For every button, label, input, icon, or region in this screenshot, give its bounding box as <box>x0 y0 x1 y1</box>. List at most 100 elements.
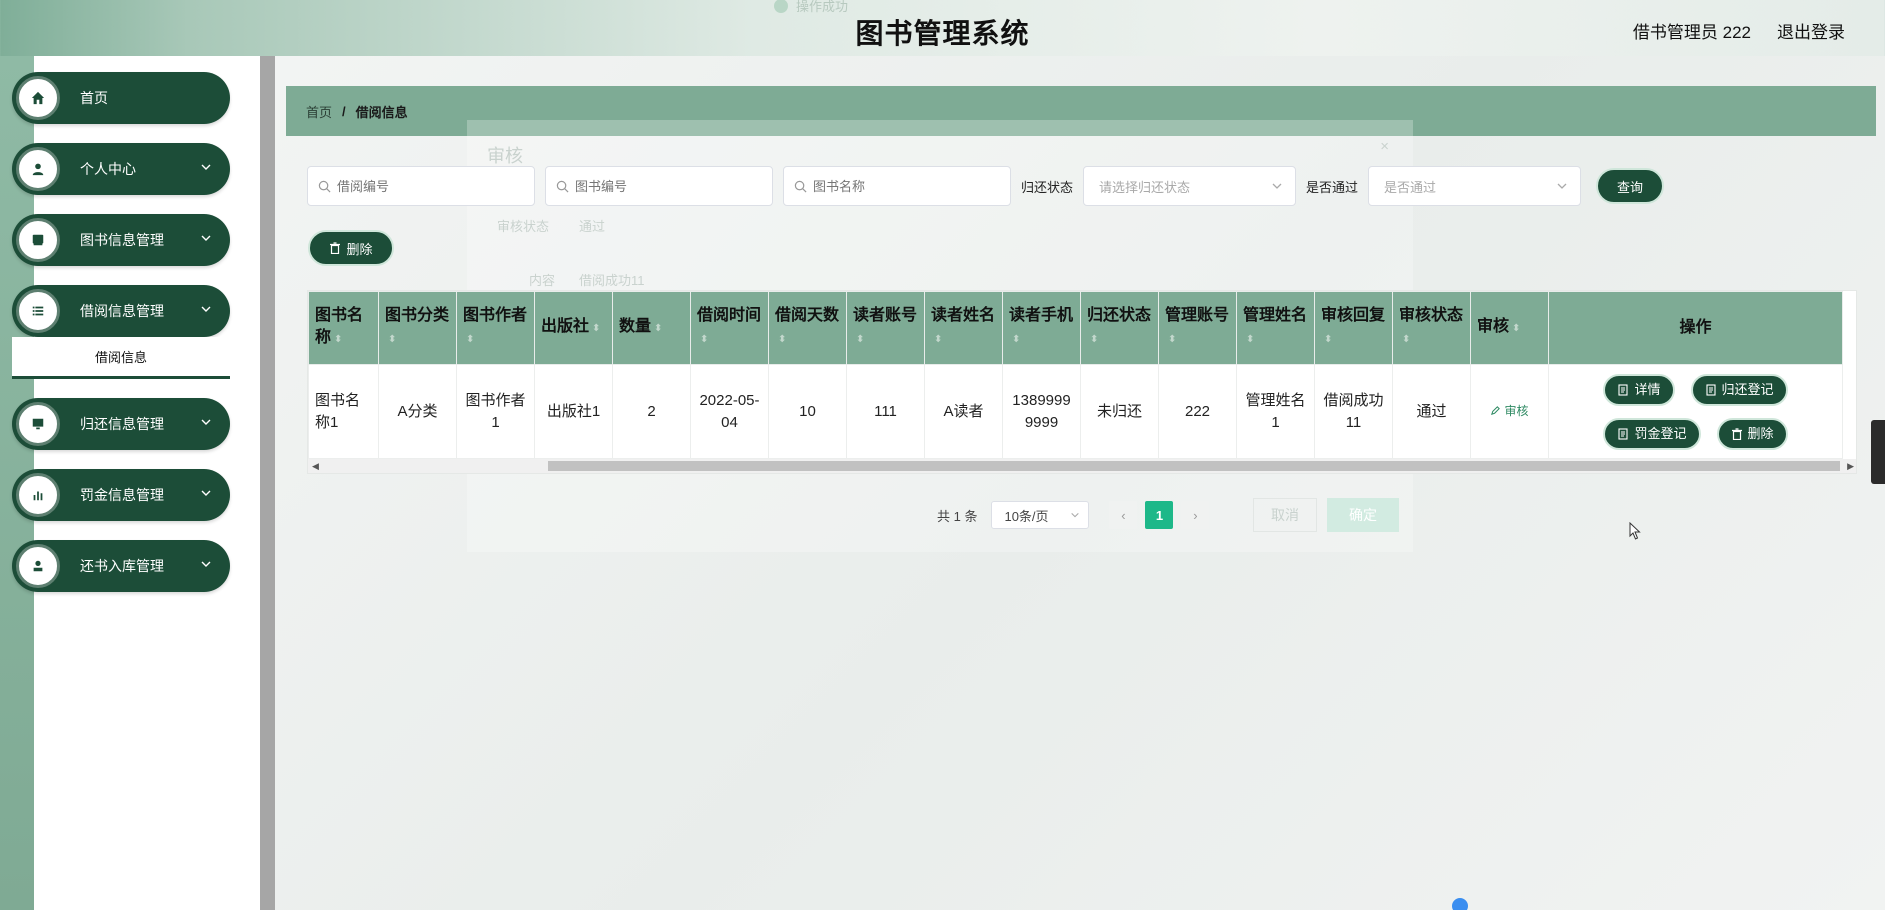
dialog-content-value: 借阅成功11 <box>579 273 645 288</box>
row-delete-button[interactable]: 删除 <box>1716 417 1788 450</box>
close-icon: × <box>1380 138 1389 155</box>
search-icon <box>794 180 807 192</box>
borrow-no-input[interactable] <box>337 178 517 194</box>
sidebar-item-restock[interactable]: 还书入库管理 <box>12 540 230 592</box>
col-header[interactable]: 管理姓名 ⬍ <box>1236 291 1315 365</box>
audit-link[interactable]: 审核 <box>1490 400 1529 422</box>
sidebar-item-books[interactable]: 图书信息管理 <box>12 214 230 266</box>
audit-link-label: 审核 <box>1504 403 1529 418</box>
page-number-button[interactable]: 1 <box>1145 501 1174 529</box>
sidebar-subitem-borrow-info[interactable]: 借阅信息 <box>12 337 230 379</box>
col-header[interactable]: 读者姓名 ⬍ <box>924 291 1003 365</box>
cell-reader-name: A读者 <box>924 364 1003 459</box>
book-name-input[interactable] <box>813 178 993 194</box>
sidebar-item-label: 归还信息管理 <box>80 416 164 432</box>
col-header-label: 审核状态 <box>1399 307 1464 324</box>
return-status-select[interactable]: 请选择归还状态 <box>1083 166 1297 206</box>
col-header-label: 图书作者 <box>463 307 528 324</box>
col-header[interactable]: 出版社 ⬍ <box>534 291 613 365</box>
col-header[interactable]: 图书名称 ⬍ <box>308 291 379 365</box>
cell-return-status: 未归还 <box>1080 364 1159 459</box>
sort-icon: ⬍ <box>934 334 943 345</box>
sidebar-item-label: 首页 <box>80 90 108 106</box>
col-header[interactable]: 读者账号 ⬍ <box>846 291 925 365</box>
col-header-actions: 操作 <box>1548 291 1843 365</box>
col-header[interactable]: 审核回复 ⬍ <box>1314 291 1393 365</box>
borrow-no-field <box>307 166 535 206</box>
return-register-button[interactable]: 归还登记 <box>1690 373 1788 406</box>
success-icon <box>774 0 788 13</box>
cell-category: A分类 <box>378 364 457 459</box>
col-header[interactable]: 审核状态 ⬍ <box>1392 291 1471 365</box>
sort-icon: ⬍ <box>1012 334 1021 345</box>
sort-icon: ⬍ <box>1512 323 1521 334</box>
breadcrumb-current: 借阅信息 <box>355 104 408 120</box>
col-header[interactable]: 归还状态 ⬍ <box>1080 291 1159 365</box>
edit-icon <box>1491 406 1501 416</box>
book-no-field <box>545 166 773 206</box>
scroll-right-icon[interactable]: ▶ <box>1847 461 1854 472</box>
sidebar-scrollbar[interactable] <box>260 56 275 910</box>
col-header[interactable]: 读者手机 ⬍ <box>1002 291 1081 365</box>
sidebar-item-fines[interactable]: 罚金信息管理 <box>12 469 230 521</box>
chevron-down-icon <box>1071 512 1080 518</box>
page-size-select[interactable]: 10条/页 <box>991 501 1090 529</box>
sidebar-item-profile[interactable]: 个人中心 <box>12 143 230 195</box>
col-header-label: 读者账号 <box>853 307 918 324</box>
sidebar-item-return[interactable]: 归还信息管理 <box>12 398 230 450</box>
edge-handle[interactable] <box>1871 420 1885 484</box>
table-horizontal-scrollbar[interactable]: ◀ ▶ <box>308 459 1856 473</box>
col-header[interactable]: 图书分类 ⬍ <box>378 291 457 365</box>
col-header[interactable]: 借阅时间 ⬍ <box>690 291 769 365</box>
col-header-label: 审核 <box>1477 318 1510 335</box>
cell-borrow-days: 10 <box>768 364 847 459</box>
cell-book-name: 图书名称1 <box>308 364 379 459</box>
prev-page-button[interactable]: ‹ <box>1109 501 1138 529</box>
sidebar-menu: 首页 个人中心 图书信息管理 借阅信息管理 借阅信息 归还信息管理 罚金信息管理… <box>12 72 230 611</box>
book-no-input[interactable] <box>575 178 755 194</box>
col-header[interactable]: 管理账号 ⬍ <box>1158 291 1237 365</box>
passed-select[interactable]: 是否通过 <box>1368 166 1582 206</box>
col-header-label: 管理姓名 <box>1243 307 1308 324</box>
detail-button[interactable]: 详情 <box>1603 373 1675 406</box>
batch-delete-button[interactable]: 删除 <box>308 230 394 266</box>
floating-dot[interactable] <box>1452 898 1468 910</box>
dialog-status-label: 审核状态 <box>497 219 550 234</box>
user-label: 借书管理员 222 <box>1632 23 1751 42</box>
chevron-down-icon <box>201 561 211 567</box>
book-icon <box>16 218 60 262</box>
search-button[interactable]: 查询 <box>1596 168 1665 204</box>
col-header[interactable]: 审核 ⬍ <box>1470 291 1549 365</box>
bar-chart-icon <box>16 473 60 517</box>
sidebar-item-home[interactable]: 首页 <box>12 72 230 124</box>
document-icon <box>1705 383 1716 396</box>
fine-register-label: 罚金登记 <box>1634 425 1687 441</box>
borrow-table-grid: 图书名称 ⬍ 图书分类⬍ 图书作者⬍ 出版社 ⬍ 数量 ⬍ 借阅时间⬍ 借阅天数⬍ 读… <box>308 291 1843 459</box>
table-row: 图书名称1 A分类 图书作者1 出版社1 2 2022-05-04 10 111… <box>308 364 1843 459</box>
next-page-button[interactable]: › <box>1181 501 1210 529</box>
col-header-label: 管理账号 <box>1165 307 1230 324</box>
breadcrumb-home[interactable]: 首页 <box>306 102 332 121</box>
col-header-label: 图书分类 <box>385 307 450 324</box>
sort-icon: ⬍ <box>592 323 601 334</box>
col-header-label: 读者姓名 <box>931 307 996 324</box>
sort-icon: ⬍ <box>700 334 709 345</box>
sort-icon: ⬍ <box>856 334 865 345</box>
cell-admin-name: 管理姓名1 <box>1236 364 1315 459</box>
logout-link[interactable]: 退出登录 <box>1777 18 1845 43</box>
sort-icon: ⬍ <box>1402 334 1411 345</box>
col-header[interactable]: 图书作者 ⬍ <box>456 291 535 365</box>
fine-register-button[interactable]: 罚金登记 <box>1603 417 1701 450</box>
sidebar-item-borrow[interactable]: 借阅信息管理 <box>12 285 230 337</box>
col-header[interactable]: 借阅天数 ⬍ <box>768 291 847 365</box>
batch-delete-label: 删除 <box>346 241 373 257</box>
scrollbar-thumb[interactable] <box>548 461 1840 471</box>
mouse-cursor-icon <box>1629 522 1641 540</box>
cell-audit: 审核 <box>1470 364 1549 459</box>
col-header[interactable]: 数量 ⬍ <box>612 291 691 365</box>
sidebar-item-label: 借阅信息管理 <box>80 303 164 319</box>
sort-icon: ⬍ <box>1324 334 1333 345</box>
dialog-title: 审核 <box>487 146 523 166</box>
scroll-left-icon[interactable]: ◀ <box>312 461 319 472</box>
cell-reader-phone: 13899999999 <box>1002 364 1081 459</box>
